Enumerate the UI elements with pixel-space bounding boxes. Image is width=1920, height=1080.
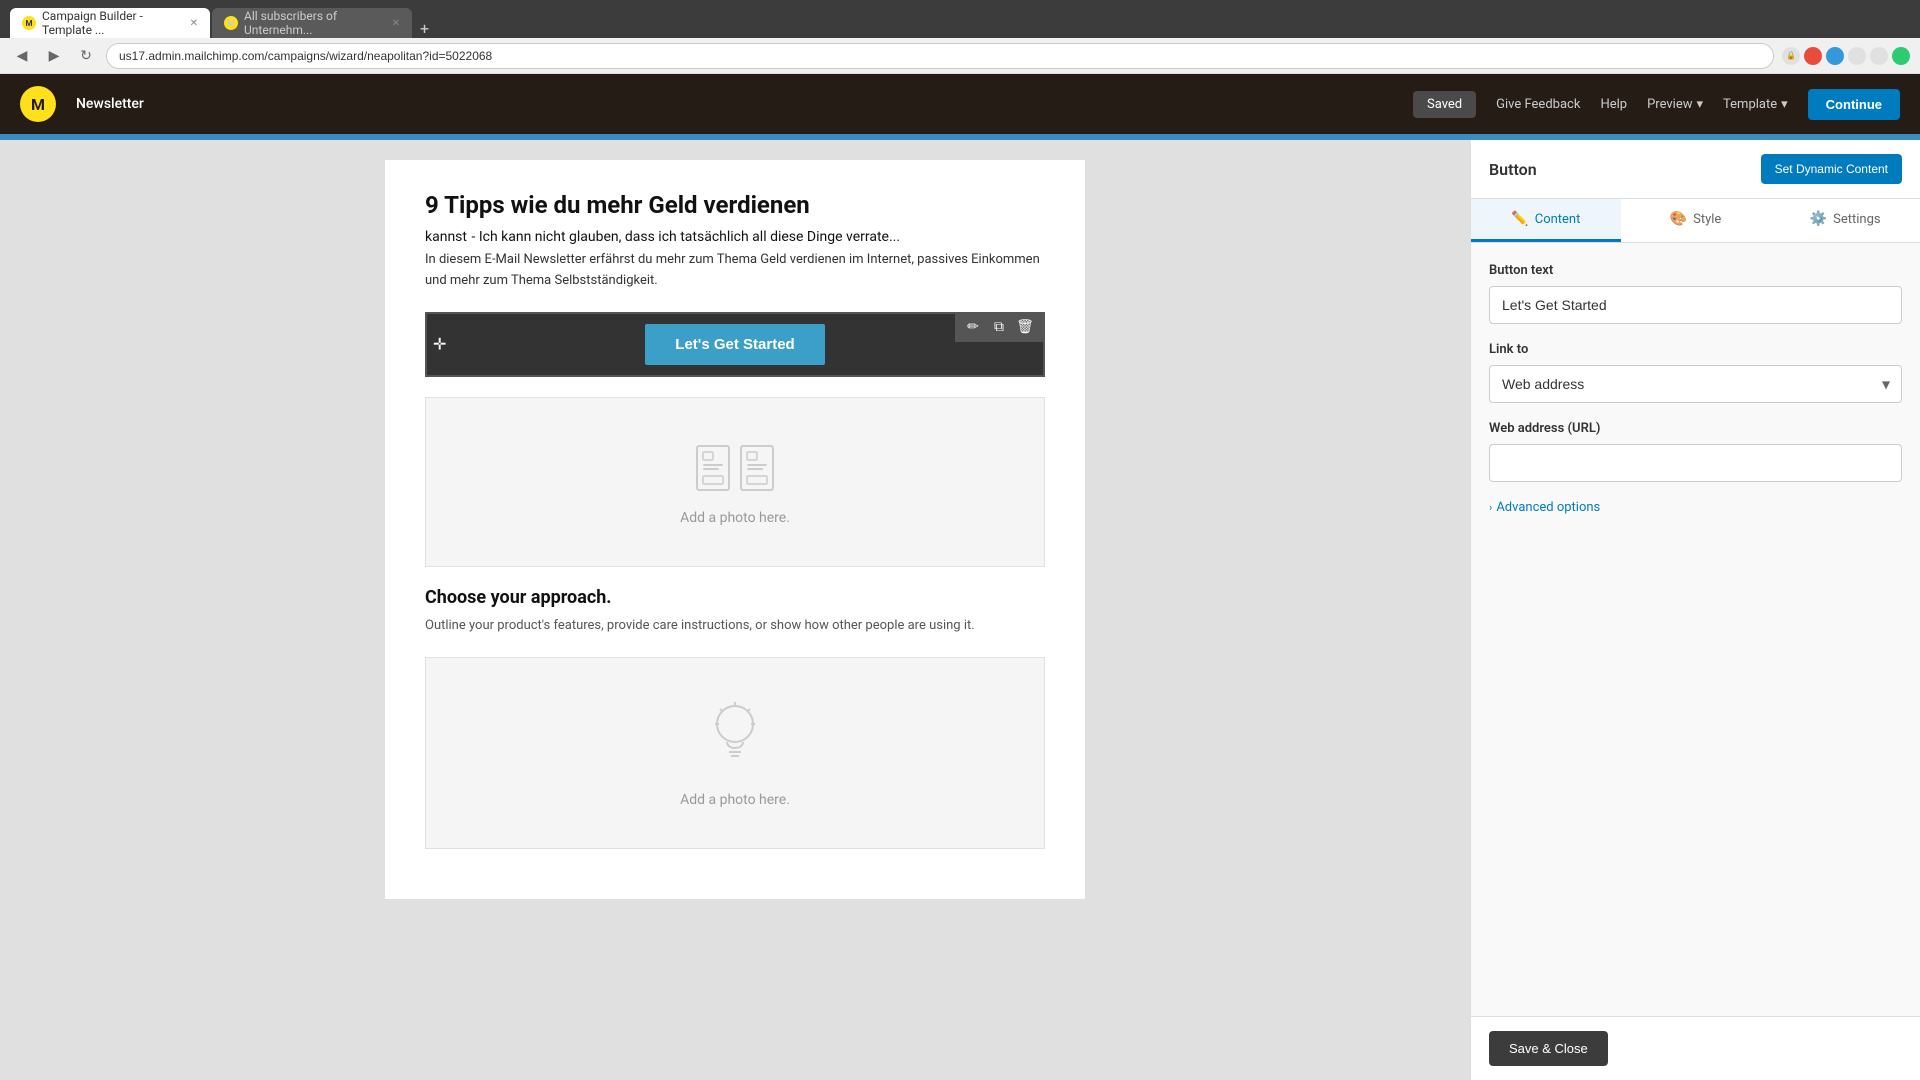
email-body: 9 Tipps wie du mehr Geld verdienen kanns…: [385, 160, 1085, 899]
save-close-button[interactable]: Save & Close: [1489, 1031, 1608, 1066]
move-handle-icon[interactable]: ✛: [433, 335, 446, 354]
lightbulb-icon: [705, 698, 765, 780]
template-button[interactable]: Template ▾: [1723, 97, 1788, 112]
settings-tab-icon: ⚙️: [1810, 211, 1827, 227]
subtitle-dash: -: [471, 229, 478, 245]
photo-placeholder-icon-1: [695, 438, 775, 498]
template-label: Template: [1723, 97, 1777, 112]
give-feedback-link[interactable]: Give Feedback: [1496, 97, 1580, 112]
photo-placeholder-text-2: Add a photo here.: [680, 792, 790, 808]
newsletter-label: Newsletter: [76, 96, 144, 112]
set-dynamic-content-button[interactable]: Set Dynamic Content: [1761, 154, 1902, 184]
browser-icon-2: [1804, 47, 1822, 65]
email-title: 9 Tipps wie du mehr Geld verdienen: [425, 190, 1045, 221]
tab-inactive[interactable]: M All subscribers of Unternehm... ✕: [212, 8, 412, 38]
browser-icons: 🔒: [1782, 47, 1910, 65]
main-area: 9 Tipps wie du mehr Geld verdienen kanns…: [0, 140, 1920, 1080]
browser-icon-4: [1848, 47, 1866, 65]
continue-button[interactable]: Continue: [1808, 89, 1900, 120]
photo-block-2[interactable]: Add a photo here.: [425, 657, 1045, 849]
subtitle-rest: Ich kann nicht glauben, dass ich tatsäch…: [479, 229, 900, 245]
panel-tabs: ✏️ Content 🎨 Style ⚙️ Settings: [1471, 199, 1920, 243]
browser-icon-3: [1826, 47, 1844, 65]
settings-tab-label: Settings: [1833, 212, 1880, 227]
tab-favicon-1: M: [22, 16, 36, 30]
tab-settings[interactable]: ⚙️ Settings: [1770, 199, 1920, 242]
block-toolbar: ✏ ⧉ 🗑: [955, 312, 1043, 342]
style-tab-label: Style: [1693, 212, 1721, 227]
template-chevron-icon: ▾: [1781, 97, 1788, 112]
style-tab-icon: 🎨: [1670, 211, 1687, 227]
browser-toolbar: ◀ ▶ ↻ 🔒: [0, 38, 1920, 74]
tab-style[interactable]: 🎨 Style: [1621, 199, 1771, 242]
email-body-text: In diesem E-Mail Newsletter erfährst du …: [425, 250, 1045, 292]
button-text-input[interactable]: [1489, 286, 1902, 324]
tab-label-1: Campaign Builder - Template ...: [42, 9, 184, 37]
right-panel: Button Set Dynamic Content ✏️ Content 🎨 …: [1470, 140, 1920, 1080]
browser-chrome: M Campaign Builder - Template ... ✕ M Al…: [0, 0, 1920, 38]
email-cta-button[interactable]: Let's Get Started: [645, 324, 824, 365]
content-tab-label: Content: [1535, 212, 1581, 227]
browser-icon-6: [1892, 47, 1910, 65]
advanced-options-label: Advanced options: [1496, 500, 1600, 515]
new-tab-button[interactable]: +: [414, 19, 435, 38]
tab-content[interactable]: ✏️ Content: [1471, 199, 1621, 242]
content-tab-icon: ✏️: [1511, 211, 1528, 227]
preview-label: Preview: [1647, 97, 1692, 112]
link-to-select-wrapper: Web address Email address Phone number F…: [1489, 365, 1902, 403]
photo-placeholder-text-1: Add a photo here.: [680, 510, 790, 526]
canvas-area[interactable]: 9 Tipps wie du mehr Geld verdienen kanns…: [0, 140, 1470, 1080]
advanced-options-toggle[interactable]: › Advanced options: [1489, 500, 1902, 515]
tab-close-2[interactable]: ✕: [392, 18, 400, 29]
photo-block-1[interactable]: Add a photo here.: [425, 397, 1045, 567]
panel-header: Button Set Dynamic Content: [1471, 140, 1920, 199]
address-bar[interactable]: [106, 43, 1774, 69]
panel-title: Button: [1489, 160, 1537, 179]
app-container: M Newsletter Saved Give Feedback Help Pr…: [0, 74, 1920, 1080]
delete-block-button[interactable]: 🗑: [1013, 315, 1037, 339]
saved-badge: Saved: [1413, 91, 1476, 118]
button-block[interactable]: ✛ ✏ ⧉ 🗑 Let's Get Started: [425, 312, 1045, 377]
subtitle-bold: kannst: [425, 229, 467, 245]
help-link[interactable]: Help: [1600, 97, 1627, 112]
edit-block-button[interactable]: ✏: [961, 315, 985, 339]
section-body-1: Outline your product's features, provide…: [425, 616, 1045, 637]
forward-button[interactable]: ▶: [42, 44, 66, 68]
link-to-label: Link to: [1489, 342, 1902, 357]
link-to-select[interactable]: Web address Email address Phone number F…: [1489, 365, 1902, 403]
duplicate-block-button[interactable]: ⧉: [987, 315, 1011, 339]
tab-active[interactable]: M Campaign Builder - Template ... ✕: [10, 8, 210, 38]
browser-icon-1: 🔒: [1782, 47, 1800, 65]
browser-icon-5: [1870, 47, 1888, 65]
email-container: 9 Tipps wie du mehr Geld verdienen kanns…: [385, 160, 1085, 899]
mailchimp-logo[interactable]: M: [20, 86, 56, 122]
button-text-label: Button text: [1489, 263, 1902, 278]
top-nav: M Newsletter Saved Give Feedback Help Pr…: [0, 74, 1920, 134]
web-address-input[interactable]: [1489, 444, 1902, 482]
email-subtitle: kannst - Ich kann nicht glauben, dass ic…: [425, 225, 1045, 246]
preview-chevron-icon: ▾: [1697, 97, 1704, 112]
panel-content: Button text Link to Web address Email ad…: [1471, 243, 1920, 1016]
tab-close-1[interactable]: ✕: [190, 18, 198, 29]
preview-button[interactable]: Preview ▾: [1647, 97, 1703, 112]
advanced-chevron-icon: ›: [1489, 501, 1492, 514]
section-heading-1: Choose your approach.: [425, 587, 1045, 608]
reload-button[interactable]: ↻: [74, 44, 98, 68]
tab-label-2: All subscribers of Unternehm...: [244, 9, 386, 37]
web-address-label: Web address (URL): [1489, 421, 1902, 436]
tab-favicon-2: M: [224, 16, 238, 30]
back-button[interactable]: ◀: [10, 44, 34, 68]
browser-tabs: M Campaign Builder - Template ... ✕ M Al…: [10, 0, 435, 38]
panel-footer: Save & Close: [1471, 1016, 1920, 1080]
